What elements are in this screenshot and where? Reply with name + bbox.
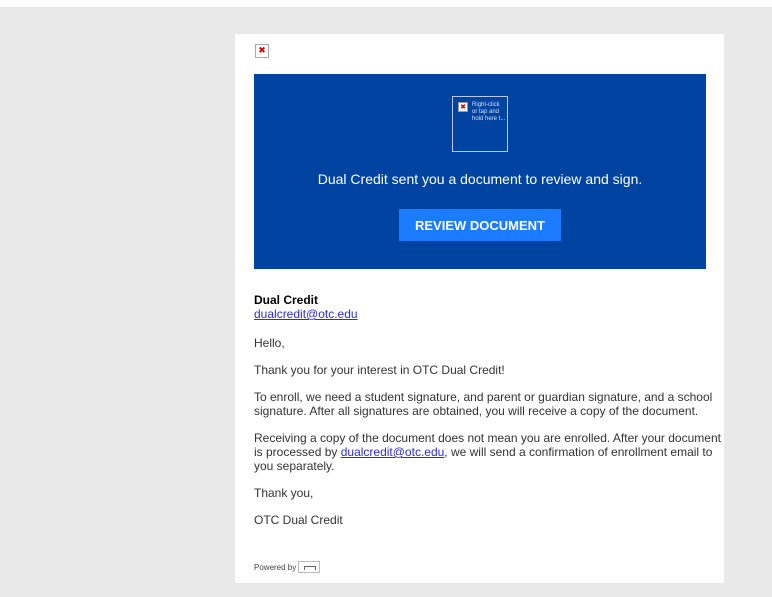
paragraph-processing: Receiving a copy of the document does no… — [254, 431, 724, 473]
banner-message: Dual Credit sent you a document to revie… — [317, 171, 643, 187]
greeting: Hello, — [254, 336, 285, 350]
banner-image-placeholder: ✖ Right-click or tap and hold here t... — [452, 96, 508, 152]
paragraph-thanks: Thank you for your interest in OTC Dual … — [254, 363, 505, 377]
docusign-logo-icon[interactable] — [298, 561, 321, 573]
top-bar — [0, 0, 772, 7]
processing-email-link[interactable]: dualcredit@otc.edu — [341, 445, 445, 459]
review-document-button[interactable]: REVIEW DOCUMENT — [399, 209, 561, 241]
image-alt-text: Right-click or tap and hold here t... — [472, 102, 506, 122]
paragraph-enroll: To enroll, we need a student signature, … — [254, 390, 713, 418]
email-body: Dual Credit dualcredit@otc.edu Hello, Th… — [254, 293, 724, 527]
closing: Thank you, — [254, 486, 314, 500]
sender-name: Dual Credit — [254, 293, 319, 307]
broken-image-icon: ✖ — [255, 44, 269, 58]
powered-by-label: Powered by — [254, 562, 297, 572]
email-card: ✖ ✖ Right-click or tap and hold here t..… — [235, 34, 724, 583]
broken-image-icon: ✖ — [458, 102, 468, 112]
powered-by: Powered by — [254, 561, 321, 573]
review-banner: ✖ Right-click or tap and hold here t... … — [254, 74, 706, 269]
signature: OTC Dual Credit — [254, 513, 343, 527]
sender-email-link[interactable]: dualcredit@otc.edu — [254, 307, 358, 321]
